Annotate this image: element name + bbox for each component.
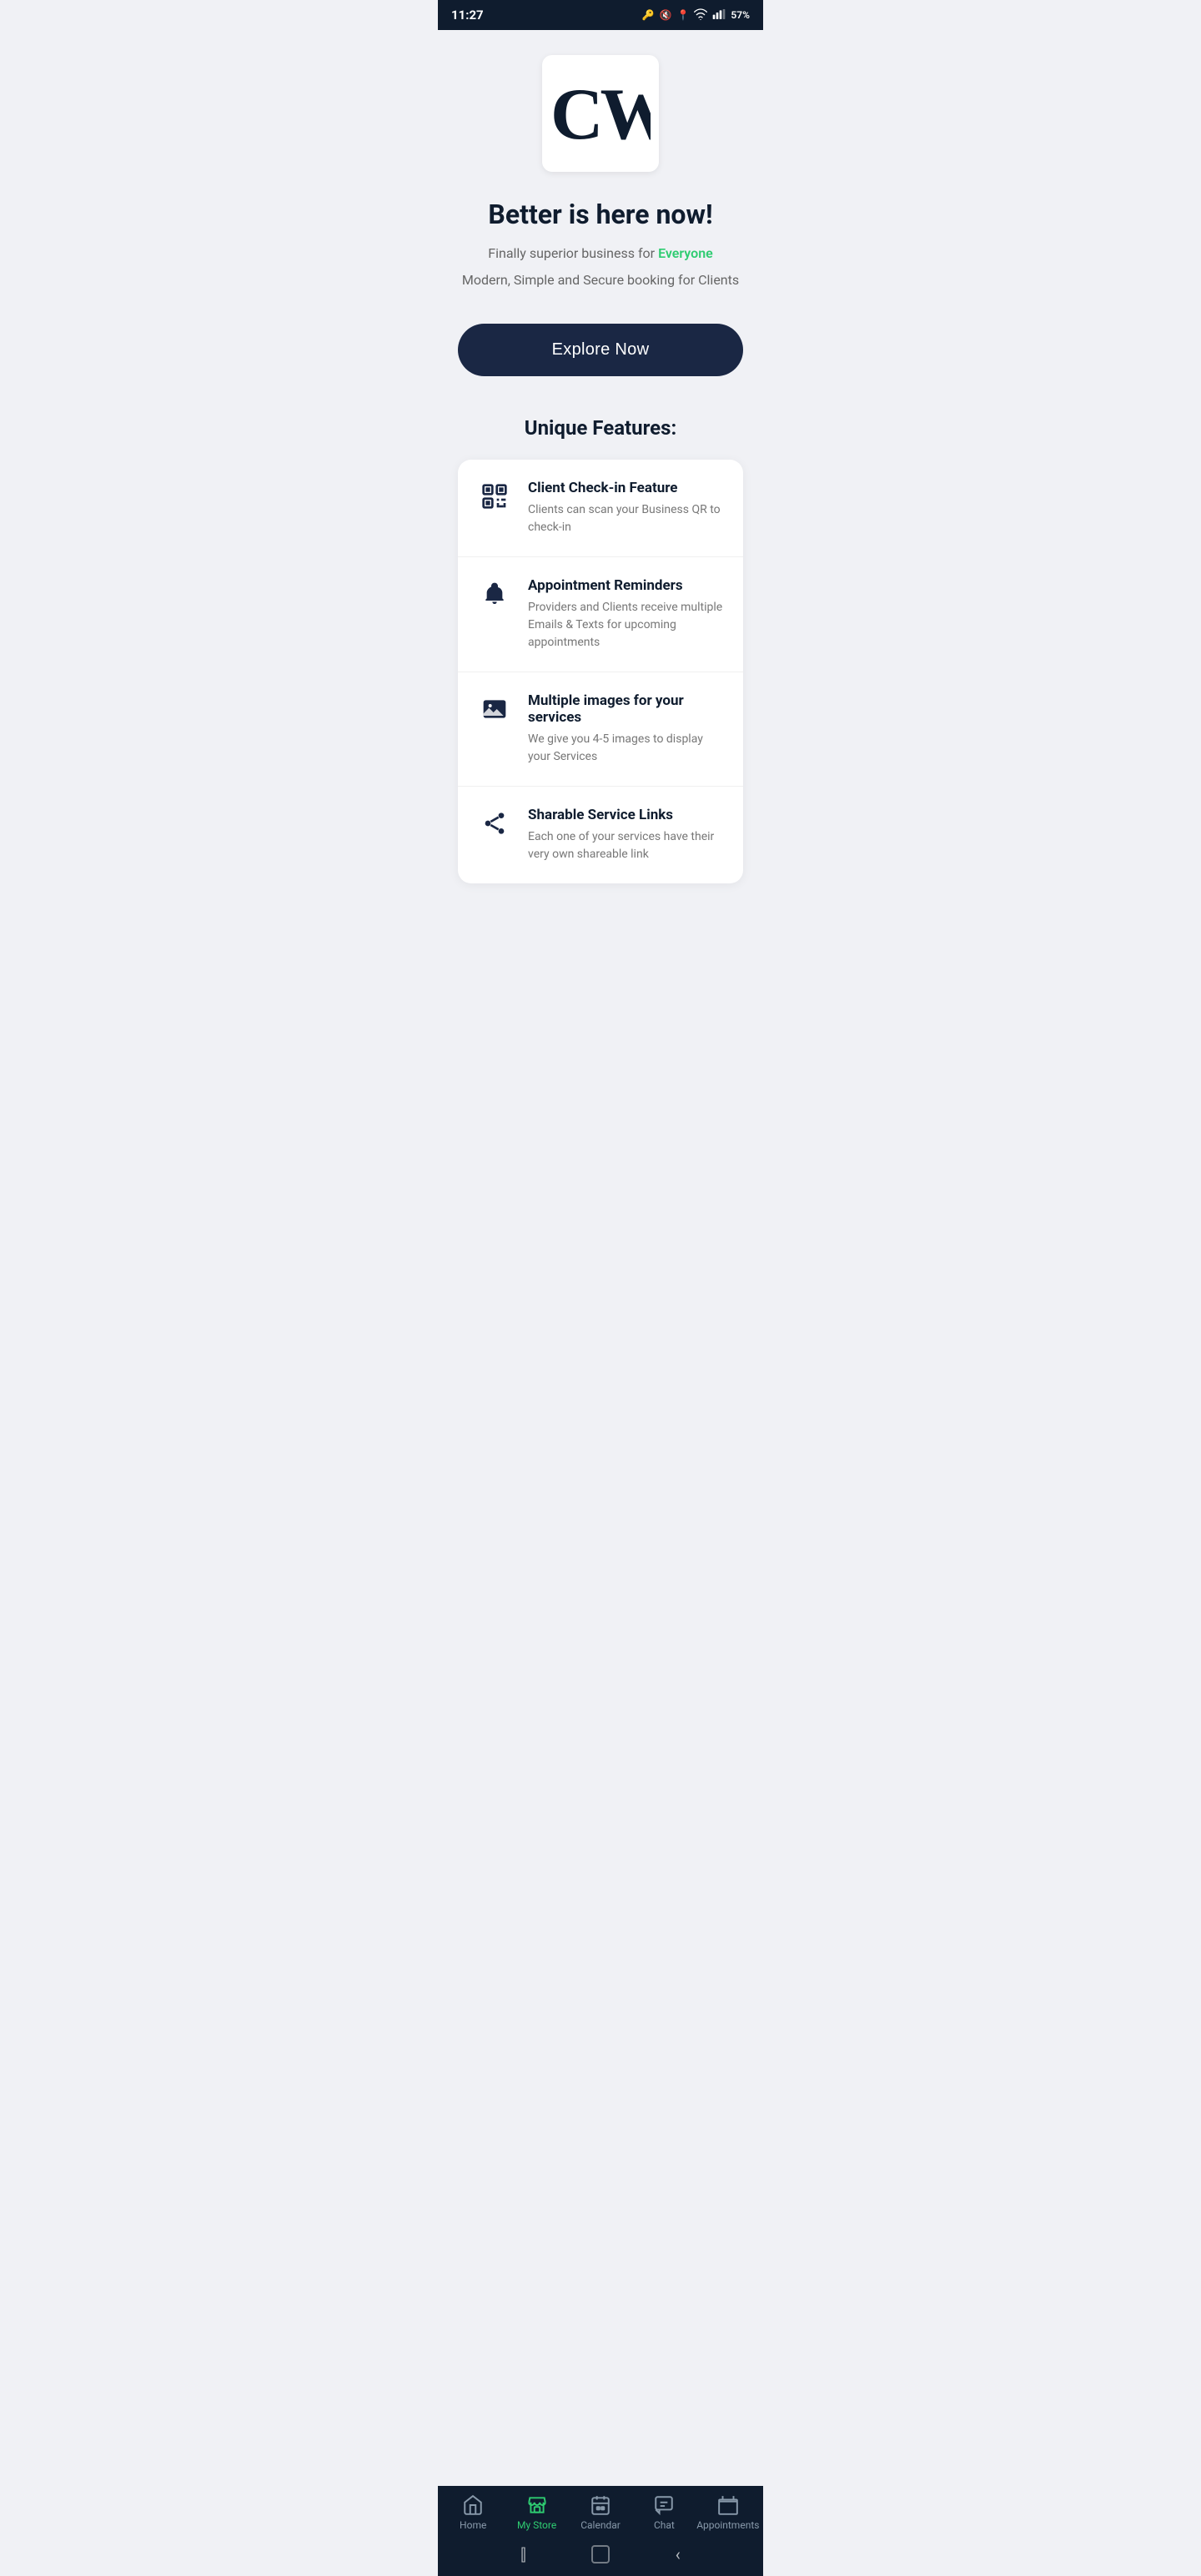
logo-text: CW <box>550 72 651 155</box>
share-icon <box>478 807 511 840</box>
nav-home[interactable]: Home <box>441 2494 505 2531</box>
logo-container: CW <box>542 55 659 172</box>
android-recents-btn[interactable]: ⫿ <box>520 2544 525 2564</box>
hero-subtitle: Finally superior business for Everyone <box>488 244 712 264</box>
feature-images-content: Multiple images for your services We giv… <box>528 692 723 766</box>
feature-share-desc: Each one of your services have their ver… <box>528 828 723 863</box>
signal-icon <box>712 8 726 23</box>
features-title: Unique Features: <box>525 416 676 440</box>
feature-checkin-content: Client Check-in Feature Clients can scan… <box>528 480 723 536</box>
nav-home-label: Home <box>460 2519 486 2531</box>
feature-reminders-content: Appointment Reminders Providers and Clie… <box>528 577 723 652</box>
feature-reminders: Appointment Reminders Providers and Clie… <box>458 557 743 672</box>
feature-reminders-title: Appointment Reminders <box>528 577 723 594</box>
feature-images-desc: We give you 4-5 images to display your S… <box>528 731 723 766</box>
android-home-btn[interactable] <box>591 2545 610 2563</box>
feature-checkin-title: Client Check-in Feature <box>528 480 723 496</box>
nav-calendar[interactable]: Calendar <box>569 2494 632 2531</box>
android-back-btn[interactable]: ‹ <box>676 2544 681 2564</box>
status-time: 11:27 <box>451 8 484 23</box>
subtitle-highlight: Everyone <box>658 245 713 261</box>
hero-subtitle2: Modern, Simple and Secure booking for Cl… <box>462 270 739 290</box>
features-card: Client Check-in Feature Clients can scan… <box>458 460 743 883</box>
bottom-nav: Home My Store Calendar <box>438 2486 763 2536</box>
battery-status: 57% <box>731 9 750 21</box>
status-icons: 🔑 🔇 📍 57% <box>642 8 750 23</box>
feature-share-content: Sharable Service Links Each one of your … <box>528 807 723 863</box>
location-icon: 📍 <box>676 9 689 21</box>
nav-chat-label: Chat <box>654 2519 675 2531</box>
qr-code-icon <box>478 480 511 513</box>
android-nav: ⫿ ‹ <box>438 2536 763 2576</box>
feature-checkin: Client Check-in Feature Clients can scan… <box>458 460 743 557</box>
main-content: CW Better is here now! Finally superior … <box>438 30 763 967</box>
explore-now-button[interactable]: Explore Now <box>458 324 743 376</box>
nav-appointments[interactable]: Appointments <box>696 2494 760 2531</box>
nav-calendar-label: Calendar <box>580 2519 621 2531</box>
image-icon <box>478 692 511 726</box>
hero-title: Better is here now! <box>488 199 712 230</box>
nav-my-store[interactable]: My Store <box>505 2494 568 2531</box>
nav-appointments-label: Appointments <box>696 2519 759 2531</box>
feature-images-title: Multiple images for your services <box>528 692 723 726</box>
subtitle-plain: Finally superior business for <box>488 245 658 261</box>
bottom-nav-wrapper: Home My Store Calendar <box>438 2486 763 2576</box>
nav-chat[interactable]: Chat <box>632 2494 696 2531</box>
svg-text:CW: CW <box>550 74 651 147</box>
bell-icon <box>478 577 511 611</box>
key-icon: 🔑 <box>642 9 655 21</box>
status-bar: 11:27 🔑 🔇 📍 57% <box>438 0 763 30</box>
feature-checkin-desc: Clients can scan your Business QR to che… <box>528 501 723 536</box>
feature-share-title: Sharable Service Links <box>528 807 723 823</box>
feature-share: Sharable Service Links Each one of your … <box>458 787 743 883</box>
mute-icon: 🔇 <box>660 9 672 21</box>
nav-my-store-label: My Store <box>517 2519 556 2531</box>
feature-images: Multiple images for your services We giv… <box>458 672 743 787</box>
feature-reminders-desc: Providers and Clients receive multiple E… <box>528 599 723 652</box>
wifi-icon <box>694 8 707 23</box>
